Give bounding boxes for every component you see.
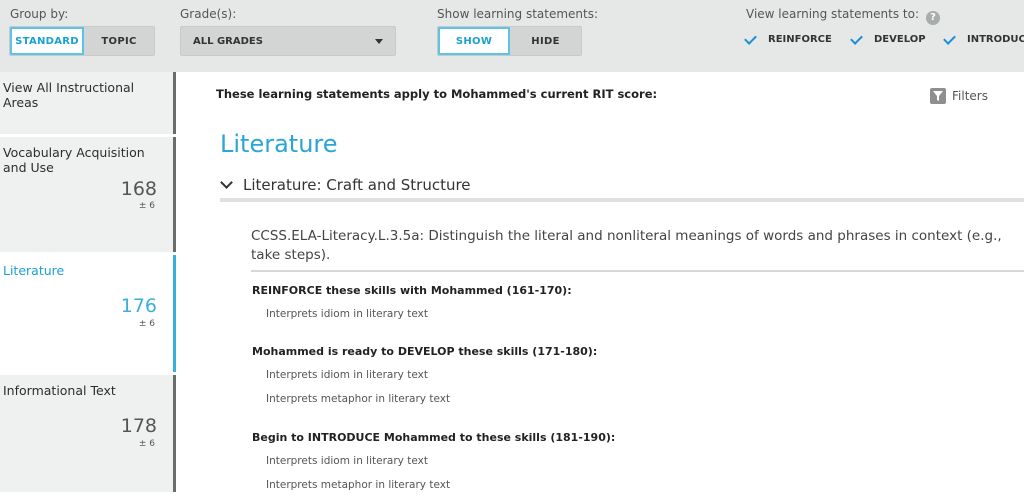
sidebar-item-label: View All Instructional Areas	[3, 80, 135, 110]
divider	[220, 198, 1024, 202]
introduce-heading: Begin to INTRODUCE Mohammed to these ski…	[252, 431, 616, 444]
sidebar-item-informational-text[interactable]: Informational Text 178 ± 6	[0, 375, 176, 492]
sidebar-item-literature[interactable]: Literature 176 ± 6	[0, 255, 182, 372]
show-statements-toggle: SHOW HIDE	[437, 26, 582, 56]
rit-score: 176	[120, 295, 157, 317]
chevron-down-icon	[220, 175, 233, 189]
filter-bar: Group by: STANDARD TOPIC Grade(s): ALL G…	[0, 0, 1024, 72]
grades-value: ALL GRADES	[193, 35, 263, 47]
sidebar-item-label: Vocabulary Acquisition and Use	[3, 145, 145, 175]
filters-button[interactable]: Filters	[930, 88, 988, 104]
group-by-toggle: STANDARD TOPIC	[9, 26, 155, 56]
sidebar-item-view-all[interactable]: View All Instructional Areas	[0, 72, 176, 134]
hide-button[interactable]: HIDE	[510, 27, 581, 55]
subarea-toggle[interactable]: Literature: Craft and Structure	[220, 175, 471, 194]
view-to-label-wrap: View learning statements to:?	[746, 7, 940, 25]
checkmark-icon	[850, 33, 863, 46]
grades-label: Grade(s):	[180, 7, 237, 21]
skill-item: Interprets idiom in literary text	[266, 369, 428, 381]
score-error: ± 6	[138, 201, 155, 211]
checkmark-icon	[744, 33, 757, 46]
show-button[interactable]: SHOW	[438, 27, 511, 55]
sidebar-item-vocabulary[interactable]: Vocabulary Acquisition and Use 168 ± 6	[0, 137, 176, 252]
show-statements-label: Show learning statements:	[437, 7, 599, 21]
reinforce-checkbox[interactable]: REINFORCE	[744, 33, 832, 46]
instructional-areas-sidebar: View All Instructional Areas Vocabulary …	[0, 72, 182, 499]
checkmark-icon	[943, 33, 956, 46]
develop-checkbox[interactable]: DEVELOP	[850, 33, 926, 46]
skill-item: Interprets metaphor in literary text	[266, 393, 451, 405]
area-heading: Literature	[220, 130, 338, 158]
introduce-checkbox[interactable]: INTRODUCE	[943, 33, 1024, 46]
rit-score: 168	[120, 178, 157, 200]
view-to-label: View learning statements to:	[746, 7, 919, 21]
group-by-label: Group by:	[10, 7, 69, 21]
skill-item: Interprets idiom in literary text	[266, 308, 428, 320]
group-by-topic-button[interactable]: TOPIC	[84, 27, 154, 55]
learning-statements-panel: These learning statements apply to Moham…	[176, 72, 1024, 499]
score-error: ± 6	[138, 439, 155, 449]
reinforce-heading: REINFORCE these skills with Mohammed (16…	[252, 284, 572, 297]
develop-label: DEVELOP	[874, 34, 926, 45]
subarea-heading: Literature: Craft and Structure	[243, 176, 471, 194]
develop-heading: Mohammed is ready to DEVELOP these skill…	[252, 345, 598, 358]
skill-item: Interprets metaphor in literary text	[266, 479, 451, 491]
rit-score: 178	[120, 415, 157, 437]
caret-down-icon	[375, 39, 383, 44]
filter-icon	[930, 88, 946, 104]
help-icon[interactable]: ?	[926, 10, 940, 25]
standard-text: CCSS.ELA-Literacy.L.3.5a: Distinguish th…	[251, 227, 1024, 272]
grades-dropdown[interactable]: ALL GRADES	[180, 26, 396, 56]
skill-item: Interprets idiom in literary text	[266, 455, 428, 467]
score-error: ± 6	[138, 319, 155, 329]
rit-applies-text: These learning statements apply to Moham…	[216, 87, 658, 101]
group-by-standard-button[interactable]: STANDARD	[10, 27, 84, 55]
sidebar-item-label: Literature	[3, 263, 65, 278]
introduce-label: INTRODUCE	[967, 34, 1024, 45]
sidebar-item-label: Informational Text	[3, 383, 116, 398]
filters-label: Filters	[952, 89, 988, 103]
reinforce-label: REINFORCE	[768, 34, 832, 45]
